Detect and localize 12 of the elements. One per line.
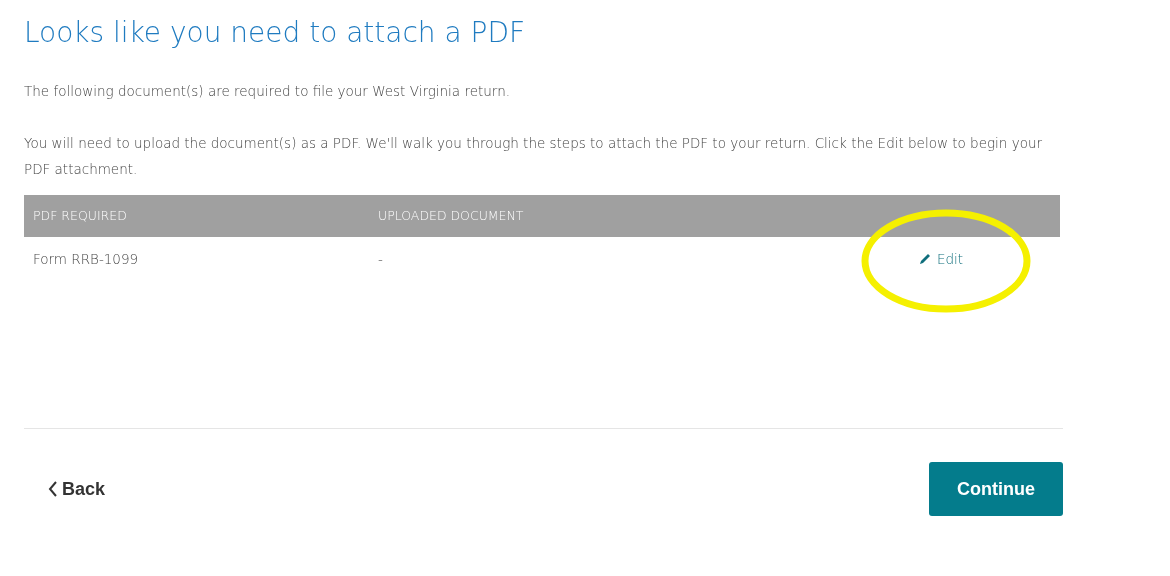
page-title: Looks like you need to attach a PDF (24, 15, 527, 51)
continue-button[interactable]: Continue (929, 462, 1063, 516)
column-header: UPLOADED DOCUMENT (378, 206, 524, 225)
instructions-text: You will need to upload the document(s) as a PDF. We'll walk you through the steps to attach the PDF to your return. Click the Edit below to begin your PDF attachment. (24, 134, 1044, 179)
intro-text: The following document(s) are required to file your West Virginia return. (24, 82, 511, 101)
table-cell-text: Form RRB-1099 (32, 249, 140, 269)
chevron-left-icon (48, 481, 58, 497)
pencil-icon (918, 252, 932, 266)
column-header: PDF REQUIRED (32, 206, 128, 225)
back-button[interactable]: Back (48, 475, 106, 503)
edit-link[interactable]: Edit (918, 248, 964, 270)
table-cell-text: - (378, 249, 384, 269)
